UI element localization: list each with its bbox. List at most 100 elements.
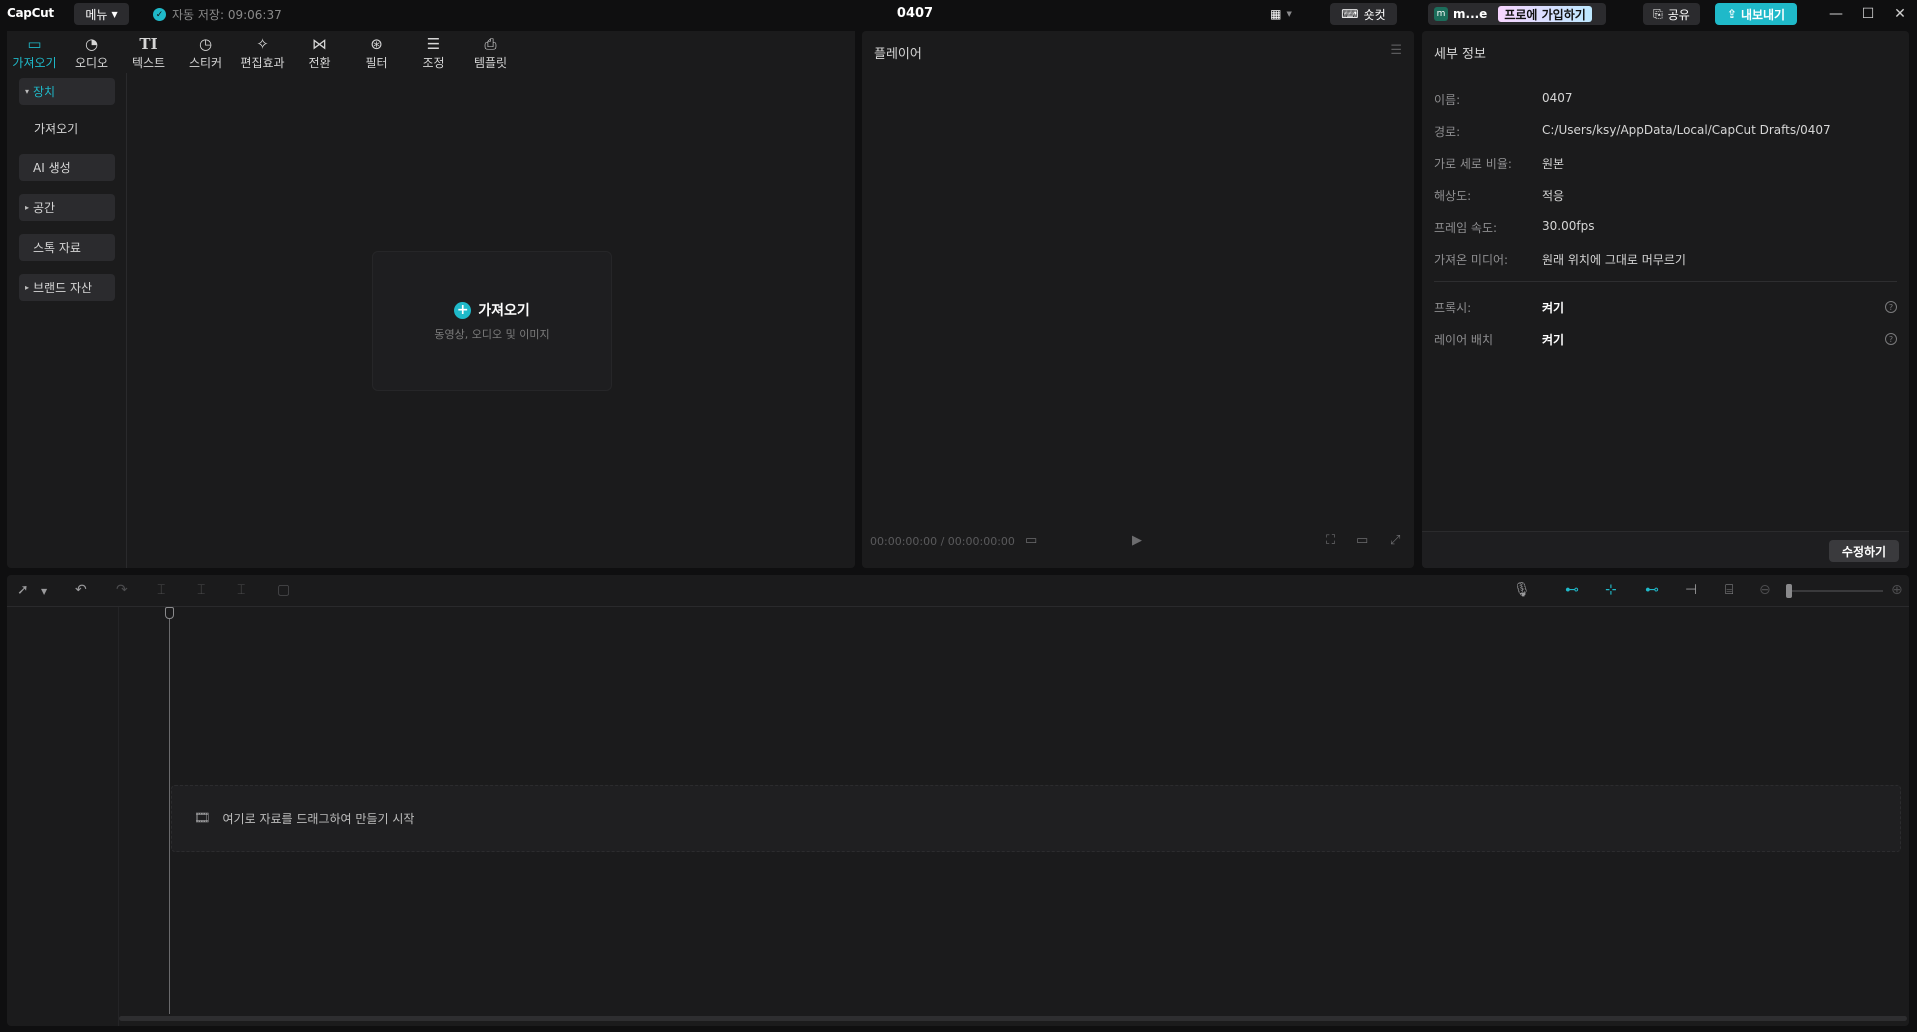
timeline-drop-zone[interactable]: 🎞 여기로 자료를 드래그하여 만들기 시작 (171, 785, 1901, 852)
import-button[interactable]: + 가져오기 (454, 300, 530, 320)
auto-snap-icon[interactable]: ⊹ (1605, 582, 1617, 598)
redo-icon[interactable]: ↷ (116, 582, 128, 598)
detail-value: 원래 위치에 그대로 머무르기 (1542, 253, 1686, 267)
sidebar-item-device[interactable]: ▾ 장치 (19, 78, 115, 105)
fit-screen-icon[interactable]: ⛶ (1326, 533, 1335, 548)
import-title: 가져오기 (478, 303, 530, 319)
detail-row-imported-media: 가져온 미디어: 원래 위치에 그대로 머무르기 (1434, 251, 1686, 268)
tab-template[interactable]: ⎙ 템플릿 (463, 34, 518, 72)
ratio-icon[interactable]: ▭ (1356, 533, 1368, 548)
tab-filter[interactable]: ⊛ 필터 (349, 34, 404, 72)
undo-icon[interactable]: ↶ (75, 582, 87, 598)
sidebar-item-brand-assets[interactable]: ▸ 브랜드 자산 (19, 274, 115, 301)
layout-button[interactable]: ▦ ▼ (1262, 3, 1300, 25)
audio-icon: ◔ (84, 34, 99, 53)
player-title: 플레이어 (874, 46, 922, 62)
detail-label: 레이어 배치 (1434, 333, 1494, 347)
tab-label: 텍스트 (131, 55, 166, 70)
tab-audio[interactable]: ◔ 오디오 (64, 34, 119, 72)
detail-value: 30.00fps (1542, 219, 1595, 233)
app-logo: CapCut (7, 6, 54, 20)
fullscreen-icon[interactable]: ⤢ (1390, 533, 1400, 548)
playhead-line[interactable] (169, 608, 170, 1014)
delete-left-icon[interactable]: ⌶ (197, 582, 205, 598)
tab-sticker[interactable]: ◷ 스티커 (178, 34, 233, 72)
tab-label: 편집효과 (240, 55, 285, 70)
delete-right-icon[interactable]: ⌶ (237, 582, 245, 598)
split-icon[interactable]: ⌶ (157, 582, 165, 598)
media-panel: ▭ 가져오기 ◔ 오디오 TI 텍스트 ◷ 스티커 ✧ 편집효과 ⋈ 전환 ⊛ … (7, 31, 855, 568)
tab-text[interactable]: TI 텍스트 (121, 34, 176, 72)
main-track-magnet-icon[interactable]: ⊷ (1565, 582, 1579, 598)
avatar[interactable]: m (1434, 7, 1448, 21)
details-panel: 세부 정보 이름: 0407 경로: C:/Users/ksy/AppData/… (1422, 31, 1909, 568)
tab-import[interactable]: ▭ 가져오기 (7, 34, 62, 72)
account-pro-bar[interactable]: m m...e 프로에 가입하기 (1428, 3, 1606, 25)
tab-effects[interactable]: ✧ 편집효과 (235, 34, 290, 72)
sidebar-item-label: 가져오기 (34, 122, 79, 136)
autosave-status: ✓ 자동 저장: 09:06:37 (153, 6, 282, 23)
adjust-icon: ☰ (426, 34, 441, 53)
detail-value: 켜기 (1542, 301, 1565, 315)
detail-row-path: 경로: C:/Users/ksy/AppData/Local/CapCut Dr… (1434, 123, 1831, 140)
menu-button[interactable]: 메뉴 ▼ (74, 3, 129, 25)
zoom-slider-handle[interactable] (1786, 584, 1792, 598)
import-drop-card[interactable]: + 가져오기 동영상, 오디오 및 이미지 (372, 251, 612, 391)
linkage-icon[interactable]: ⊷ (1645, 582, 1659, 598)
info-icon[interactable]: ? (1885, 301, 1897, 313)
minimize-icon[interactable]: — (1824, 3, 1848, 25)
delete-icon[interactable]: ▢ (277, 582, 290, 598)
pro-join-button[interactable]: 프로에 가입하기 (1498, 6, 1592, 22)
import-icon: ▭ (27, 34, 42, 53)
text-icon: TI (139, 34, 158, 53)
playhead-handle[interactable] (165, 607, 174, 619)
play-icon[interactable]: ▶ (1132, 533, 1142, 548)
close-icon[interactable]: ✕ (1888, 3, 1912, 25)
check-icon: ✓ (153, 8, 166, 21)
share-button[interactable]: ⎘ 공유 (1643, 3, 1700, 25)
sidebar-item-stock[interactable]: 스톡 자료 (19, 234, 115, 261)
media-sidebar (7, 73, 127, 568)
shortcut-label: 숏컷 (1363, 7, 1386, 22)
shortcut-button[interactable]: ⌨ 숏컷 (1330, 3, 1397, 25)
sticker-icon: ◷ (198, 34, 213, 53)
hamburger-menu-icon[interactable]: ☰ (1390, 43, 1402, 58)
username: m...e (1453, 7, 1488, 21)
thumbnail-toggle-icon[interactable]: ⌸ (1725, 582, 1733, 598)
horizontal-scrollbar[interactable] (119, 1016, 1907, 1021)
film-icon: 🎞 (194, 811, 211, 826)
layout-icon: ▦ (1270, 7, 1282, 21)
zoom-slider-track[interactable] (1787, 590, 1883, 592)
detail-row-layer-placement: 레이어 배치 켜기 (1434, 331, 1564, 348)
maximize-icon[interactable]: ☐ (1856, 3, 1880, 25)
share-icon: ⎘ (1653, 6, 1663, 21)
caret-right-icon: ▸ (25, 283, 30, 292)
player-panel: 플레이어 ☰ 00:00:00:00 / 00:00:00:00 ▭ ▶ ⛶ ▭… (862, 31, 1414, 568)
sidebar-item-label: 브랜드 자산 (33, 281, 93, 295)
sidebar-item-label: 장치 (33, 85, 56, 99)
info-icon[interactable]: ? (1885, 333, 1897, 345)
zoom-out-icon[interactable]: ⊖ (1759, 582, 1771, 598)
player-viewport[interactable] (862, 73, 1414, 543)
tab-label: 필터 (365, 55, 388, 70)
sidebar-item-import[interactable]: 가져오기 (19, 115, 115, 142)
tab-transition[interactable]: ⋈ 전환 (292, 34, 347, 72)
sidebar-item-space[interactable]: ▸ 공간 (19, 194, 115, 221)
sidebar-item-label: 스톡 자료 (33, 241, 81, 255)
title-bar: CapCut 메뉴 ▼ ✓ 자동 저장: 09:06:37 0407 ▦ ▼ ⌨… (0, 0, 1917, 28)
details-footer: 수정하기 (1422, 531, 1909, 568)
edit-button[interactable]: 수정하기 (1829, 540, 1899, 562)
keyframe-icon[interactable]: ▭ (1025, 533, 1037, 548)
player-timecode: 00:00:00:00 / 00:00:00:00 (870, 535, 1015, 548)
detail-row-name: 이름: 0407 (1434, 91, 1573, 108)
export-button[interactable]: ⇪ 내보내기 (1715, 3, 1797, 25)
tab-adjust[interactable]: ☰ 조정 (406, 34, 461, 72)
zoom-in-icon[interactable]: ⊕ (1891, 582, 1903, 598)
sidebar-item-ai-generate[interactable]: AI 생성 (19, 154, 115, 181)
select-cursor-icon[interactable]: ➚ (17, 582, 29, 598)
microphone-icon[interactable]: 🎙 (1513, 582, 1531, 598)
chevron-down-icon[interactable]: ▼ (41, 587, 47, 596)
player-controls: 00:00:00:00 / 00:00:00:00 ▭ ▶ ⛶ ▭ ⤢ (862, 528, 1414, 558)
sidebar-item-label: AI 생성 (33, 161, 71, 175)
preview-axis-icon[interactable]: ⊣ (1685, 582, 1697, 598)
